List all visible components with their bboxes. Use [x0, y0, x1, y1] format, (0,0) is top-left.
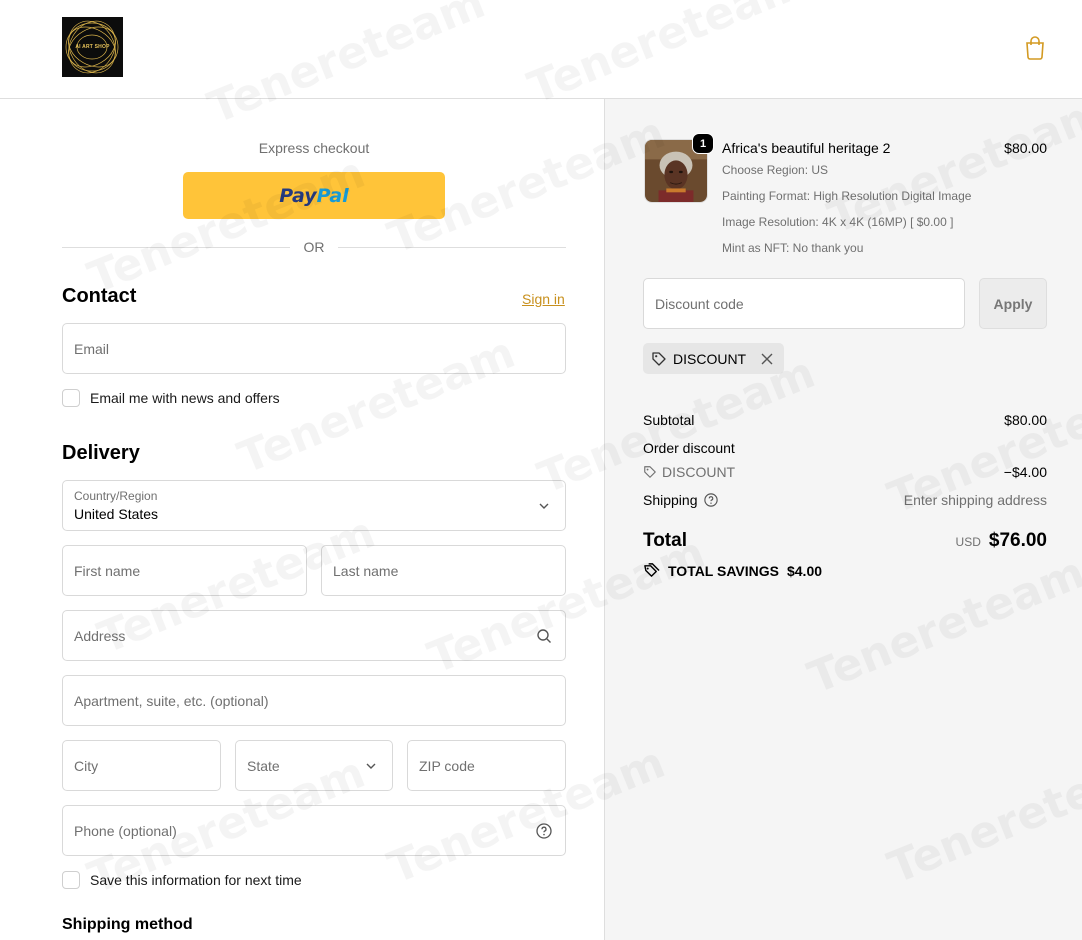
- sign-in-link[interactable]: Sign in: [522, 291, 565, 307]
- contact-title: Contact: [62, 285, 137, 307]
- apartment-field[interactable]: Apartment, suite, etc. (optional): [62, 675, 566, 726]
- country-value: United States: [74, 505, 159, 522]
- divider-line-right: [338, 247, 566, 248]
- tag-icon: [652, 351, 666, 366]
- save-info-label: Save this information for next time: [90, 872, 302, 888]
- last-name-placeholder: Last name: [333, 562, 399, 579]
- store-logo[interactable]: AI ART SHOP: [62, 17, 123, 77]
- tags-icon: [644, 563, 660, 577]
- address-placeholder: Address: [74, 627, 126, 644]
- country-label: Country/Region: [74, 488, 158, 503]
- delivery-title: Delivery: [62, 442, 140, 464]
- subtotal-value: $80.00: [1004, 412, 1047, 428]
- first-name-placeholder: First name: [74, 562, 141, 579]
- or-divider: OR: [62, 239, 566, 257]
- shopping-bag-icon[interactable]: [1024, 36, 1046, 60]
- logo-text: AI ART SHOP: [75, 44, 110, 50]
- subtotal-label: Subtotal: [643, 412, 695, 428]
- total-currency: USD: [955, 535, 981, 549]
- help-circle-icon[interactable]: [703, 493, 718, 507]
- shipping-method-title: Shipping method: [62, 916, 193, 933]
- zip-code-field[interactable]: ZIP code: [407, 740, 566, 791]
- zip-placeholder: ZIP code: [419, 757, 475, 774]
- chevron-down-icon: [539, 503, 549, 509]
- tag-icon: [644, 466, 656, 478]
- state-select[interactable]: State: [235, 740, 393, 791]
- newsletter-checkbox-row[interactable]: Email me with news and offers: [62, 389, 280, 407]
- product-option: Mint as NFT: No thank you: [722, 241, 864, 255]
- email-field[interactable]: Email: [62, 323, 566, 374]
- paypal-logo-pay: Pay: [279, 184, 317, 207]
- paypal-logo-pal: Pal: [316, 184, 349, 207]
- savings-label: TOTAL SAVINGS: [668, 562, 779, 579]
- search-icon: [537, 628, 551, 643]
- newsletter-label: Email me with news and offers: [90, 390, 280, 406]
- shipping-label-wrap: Shipping: [643, 492, 718, 508]
- order-summary: 1 Africa's beautiful heritage 2 $80.00 C…: [605, 99, 1082, 940]
- discount-placeholder: Discount code: [655, 295, 744, 312]
- paypal-button[interactable]: Pay Pal: [183, 172, 445, 219]
- save-info-checkbox-row[interactable]: Save this information for next time: [62, 871, 302, 889]
- product-option: Choose Region: US: [722, 163, 829, 177]
- site-header: AI ART SHOP: [0, 0, 1082, 99]
- address-field[interactable]: Address: [62, 610, 566, 661]
- product-price: $80.00: [1004, 140, 1047, 156]
- city-field[interactable]: City: [62, 740, 221, 791]
- last-name-field[interactable]: Last name: [321, 545, 566, 596]
- total-savings: TOTAL SAVINGS $4.00: [643, 562, 822, 579]
- first-name-field[interactable]: First name: [62, 545, 307, 596]
- product-option: Painting Format: High Resolution Digital…: [722, 189, 972, 203]
- subtotal-row: Subtotal $80.00: [643, 412, 1047, 428]
- applied-discount-code: DISCOUNT: [673, 350, 747, 367]
- total-value-wrap: USD $76.00: [956, 530, 1047, 552]
- shipping-value: Enter shipping address: [903, 492, 1047, 508]
- shipping-label: Shipping: [643, 492, 698, 508]
- savings-value: $4.00: [786, 562, 823, 579]
- remove-discount-icon[interactable]: [760, 352, 774, 366]
- order-discount-row: Order discount: [643, 440, 1047, 456]
- quantity-badge: 1: [692, 133, 714, 154]
- phone-field[interactable]: Phone (optional): [62, 805, 566, 856]
- save-info-checkbox[interactable]: [62, 871, 80, 889]
- order-discount-label: Order discount: [643, 440, 735, 456]
- country-select[interactable]: Country/Region United States: [62, 480, 566, 531]
- discount-value: −$4.00: [1003, 464, 1047, 480]
- product-title: Africa's beautiful heritage 2: [722, 140, 891, 156]
- apply-discount-button[interactable]: Apply: [979, 278, 1047, 329]
- checkout-form: Express checkout Pay Pal OR Contact Sign …: [0, 99, 605, 940]
- product-option: Image Resolution: 4K x 4K (16MP) [ $0.00…: [722, 215, 954, 229]
- city-placeholder: City: [74, 757, 99, 774]
- discount-code-detail: DISCOUNT: [643, 464, 735, 480]
- state-placeholder: State: [247, 757, 280, 774]
- chevron-down-icon: [366, 763, 376, 769]
- newsletter-checkbox[interactable]: [62, 389, 80, 407]
- total-label: Total: [643, 530, 687, 551]
- express-checkout-label: Express checkout: [258, 140, 370, 156]
- applied-discount-tag: DISCOUNT: [643, 343, 785, 374]
- total-value: $76.00: [988, 530, 1047, 551]
- apartment-placeholder: Apartment, suite, etc. (optional): [74, 692, 269, 709]
- shipping-row: Shipping Enter shipping address: [643, 492, 1047, 508]
- discount-code-input[interactable]: Discount code: [643, 278, 965, 329]
- email-placeholder: Email: [74, 340, 110, 357]
- phone-placeholder: Phone (optional): [74, 822, 177, 839]
- discount-code-label: DISCOUNT: [662, 464, 736, 480]
- help-circle-icon[interactable]: [536, 822, 552, 839]
- discount-detail-row: DISCOUNT −$4.00: [643, 464, 1047, 480]
